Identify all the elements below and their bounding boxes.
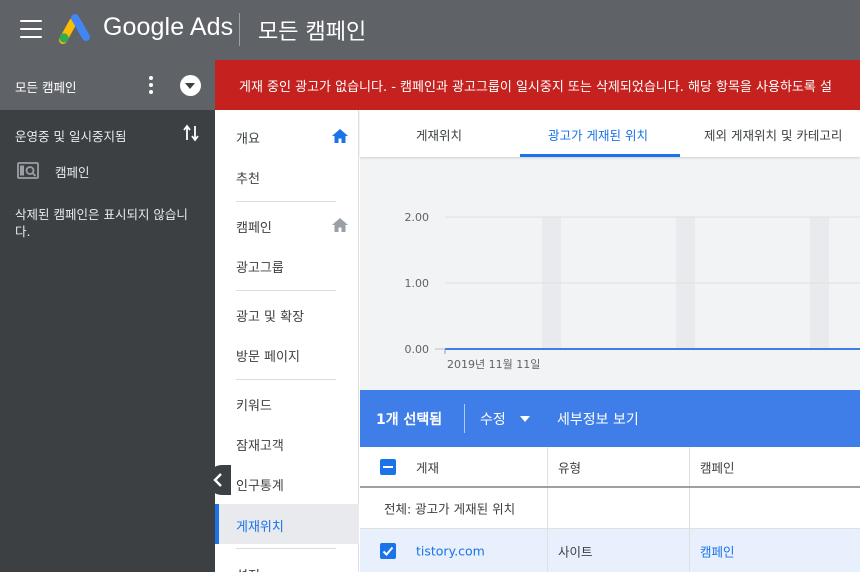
dropdown-icon[interactable] <box>180 75 201 96</box>
summary-label: 전체: 광고가 게재된 위치 <box>384 501 516 517</box>
nav-item-audiences[interactable]: 잠재고객 <box>215 423 359 463</box>
table-header-row: 게재 유형 캠페인 <box>360 447 860 488</box>
action-divider <box>464 404 465 433</box>
type-value: 사이트 <box>558 544 593 559</box>
nav-item-label: 광고그룹 <box>236 261 284 276</box>
selection-count: 1개 선택됨 <box>376 412 443 428</box>
home-icon <box>332 218 348 232</box>
home-icon <box>332 129 348 143</box>
y-tick-label: 0.00 <box>405 343 430 356</box>
header-cell-placement: 게재 <box>360 447 548 486</box>
nav-item-label: 캠페인 <box>236 221 272 236</box>
top-app-bar: Google Ads 모든 캠페인 <box>0 0 860 60</box>
nav-item-keywords[interactable]: 키워드 <box>215 383 359 423</box>
selection-action-bar: 1개 선택됨 수정 세부정보 보기 <box>360 390 860 447</box>
nav-item-campaigns[interactable]: 캠페인 <box>215 205 359 245</box>
nav-item-ad-groups[interactable]: 광고그룹 <box>215 245 359 285</box>
caret-down-icon[interactable] <box>520 416 530 422</box>
tab-exclusions[interactable]: 제외 게재위치 및 카테고리 <box>680 110 860 157</box>
tab-placements[interactable]: 게재위치 <box>360 110 520 157</box>
x-tick-label: 2019년 11월 11일 <box>447 357 540 371</box>
placements-table: 게재 유형 캠페인 전체: 광고가 게재된 위치 tistory.com 사이트… <box>360 447 860 572</box>
page-title: 모든 캠페인 <box>258 20 367 45</box>
nav-item-label: 키워드 <box>236 399 272 414</box>
brand-name: Google Ads <box>103 13 234 41</box>
nav-item-label: 추천 <box>236 172 260 187</box>
chevron-left-icon <box>213 473 222 487</box>
header-label[interactable]: 캠페인 <box>700 457 735 476</box>
nav-item-ads-extensions[interactable]: 광고 및 확장 <box>215 294 359 334</box>
nav-divider <box>236 548 336 549</box>
nav-item-landing-pages[interactable]: 방문 페이지 <box>215 334 359 374</box>
nav-divider <box>236 201 336 202</box>
campaign-tree-label: 캠페인 <box>55 165 90 180</box>
campaign-icon <box>17 162 39 179</box>
warning-banner: 게재 중인 광고가 없습니다. - 캠페인과 광고그룹이 일시중지 또는 삭제되… <box>215 60 860 110</box>
nav-divider <box>236 290 336 291</box>
deleted-campaigns-note: 삭제된 캠페인은 표시되지 않습니다. <box>15 207 188 239</box>
all-campaigns-label[interactable]: 모든 캠페인 <box>15 77 76 96</box>
performance-chart: 2.00 1.00 0.00 2019년 11월 11일 <box>405 211 860 371</box>
tab-label: 제외 게재위치 및 카테고리 <box>704 128 843 143</box>
tab-where-ads-showed[interactable]: 광고가 게재된 위치 <box>520 110 680 157</box>
nav-item-demographics[interactable]: 인구통계 <box>215 463 359 503</box>
campaign-tree-item[interactable]: 캠페인 <box>17 160 207 182</box>
top-divider <box>239 13 240 46</box>
nav-item-label: 인구통계 <box>236 479 284 494</box>
warning-message: 게재 중인 광고가 없습니다. - 캠페인과 광고그룹이 일시중지 또는 삭제되… <box>239 80 832 95</box>
nav-item-label: 잠재고객 <box>236 439 284 454</box>
status-filter-label[interactable]: 운영중 및 일시중지됨 <box>15 126 126 145</box>
page-menu: 개요 추천 캠페인 광고그룹 광고 및 확장 방문 페이지 키워드 잠재고객 인… <box>215 110 359 572</box>
campaign-link[interactable]: 캠페인 <box>700 541 735 560</box>
nav-divider <box>236 379 336 380</box>
nav-item-label: 설정 <box>236 565 260 572</box>
header-label[interactable]: 유형 <box>558 457 581 476</box>
header-label[interactable]: 게재 <box>416 457 439 476</box>
nav-item-label: 개요 <box>236 132 260 147</box>
table-row[interactable]: tistory.com 사이트 캠페인 <box>360 529 860 572</box>
nav-item-label: 광고 및 확장 <box>236 310 305 325</box>
tab-label: 게재위치 <box>416 128 463 143</box>
header-cell-campaign: 캠페인 <box>690 447 860 486</box>
campaign-cell: 캠페인 <box>690 529 860 572</box>
summary-cell <box>690 488 860 528</box>
nav-item-recommendations[interactable]: 추천 <box>215 156 359 196</box>
type-cell: 사이트 <box>548 529 690 572</box>
summary-cell <box>548 488 690 528</box>
table-summary-row: 전체: 광고가 게재된 위치 <box>360 488 860 529</box>
nav-item-settings[interactable]: 설정 <box>215 553 359 572</box>
menu-icon[interactable] <box>20 20 42 38</box>
main-content: 게재위치 광고가 게재된 위치 제외 게재위치 및 카테고리 2.00 1.00 0… <box>360 110 860 572</box>
campaign-tree-panel: 모든 캠페인 운영중 및 일시중지됨 캠페인 삭제된 캠페인은 표시되지 않습니… <box>0 60 215 572</box>
collapse-panel-button[interactable] <box>207 465 231 495</box>
nav-item-overview[interactable]: 개요 <box>215 116 359 156</box>
placement-link[interactable]: tistory.com <box>416 543 485 558</box>
y-tick-label: 1.00 <box>405 277 430 290</box>
nav-item-label: 게재위치 <box>236 520 284 535</box>
sort-icon[interactable] <box>183 124 199 142</box>
more-options-icon[interactable] <box>148 76 154 94</box>
campaign-tree-header: 모든 캠페인 <box>0 60 215 110</box>
check-icon <box>382 546 394 556</box>
placement-tabs: 게재위치 광고가 게재된 위치 제외 게재위치 및 카테고리 <box>360 110 860 157</box>
tab-label: 광고가 게재된 위치 <box>548 128 648 143</box>
row-checkbox[interactable] <box>380 542 396 559</box>
google-ads-logo-icon <box>59 14 90 44</box>
nav-item-placements[interactable]: 게재위치 <box>215 504 359 544</box>
select-all-checkbox[interactable] <box>380 458 396 475</box>
nav-item-label: 방문 페이지 <box>236 350 300 365</box>
placement-cell: tistory.com <box>360 529 548 572</box>
y-tick-label: 2.00 <box>405 211 430 224</box>
edit-button[interactable]: 수정 <box>480 409 506 429</box>
header-cell-type: 유형 <box>548 447 690 486</box>
summary-cell: 전체: 광고가 게재된 위치 <box>360 488 548 528</box>
view-details-button[interactable]: 세부정보 보기 <box>557 409 639 429</box>
